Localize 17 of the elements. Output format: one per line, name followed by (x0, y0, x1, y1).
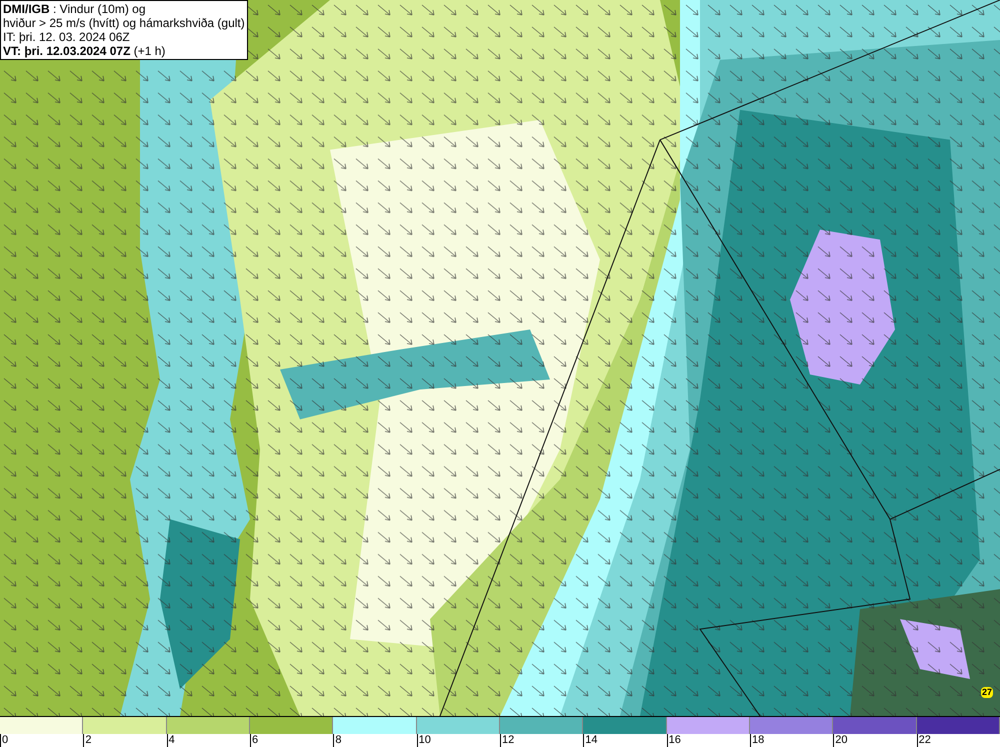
legend-tick-label: 20 (834, 734, 848, 747)
title-line: IT: þri. 12. 03. 2024 06Z (3, 30, 131, 44)
legend-tick-label: 10 (418, 734, 431, 747)
legend-tick-label: 0 (1, 734, 8, 747)
title-line: VT: þri. 12.03.2024 07Z (+1 h) (3, 44, 166, 58)
legend-tick-label: 2 (84, 734, 92, 747)
legend-tick-label: 4 (168, 734, 175, 747)
legend-tick-label: 6 (250, 734, 258, 747)
legend-tick-label: 22 (918, 734, 931, 747)
legend-tick-label: 16 (668, 734, 681, 747)
legend-tick-label: 12 (500, 734, 514, 747)
legend-tick-label: 14 (584, 734, 598, 747)
legend-tick-label: 8 (334, 734, 342, 747)
legend-tick-label: 18 (750, 734, 764, 747)
title-line: hviður > 25 m/s (hvítt) og hámarkshviða (gult) (3, 16, 245, 30)
title-line: DMI/IGB : Vindur (10m) og (3, 2, 146, 16)
max-gust-label: 27 (981, 687, 994, 698)
